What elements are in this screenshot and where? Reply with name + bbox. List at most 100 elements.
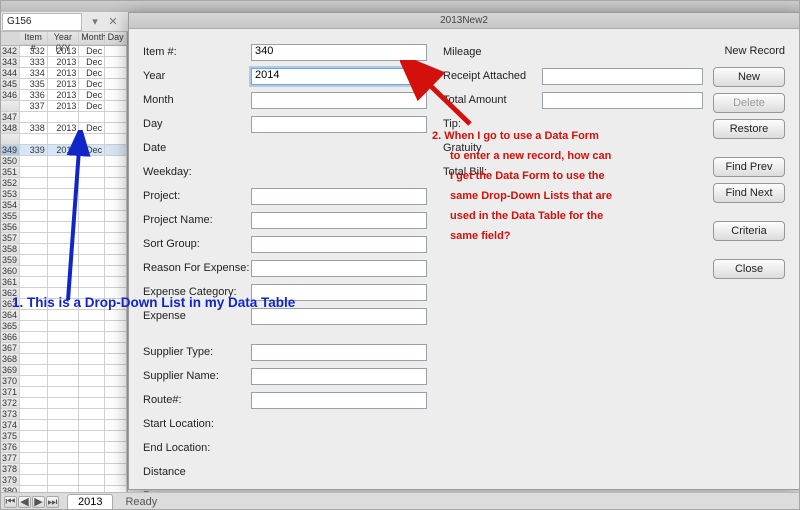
cell[interactable]	[105, 464, 127, 475]
cell[interactable]: Dec	[79, 90, 105, 101]
cell[interactable]: Dec	[79, 57, 105, 68]
cell[interactable]: 333	[20, 57, 48, 68]
cell[interactable]	[79, 200, 105, 211]
expense-field[interactable]	[251, 308, 427, 325]
cell[interactable]	[105, 123, 127, 134]
reason-field[interactable]	[251, 260, 427, 277]
cell[interactable]	[48, 156, 80, 167]
supplier-name-field[interactable]	[251, 368, 427, 385]
cell[interactable]	[79, 167, 105, 178]
cell[interactable]	[105, 255, 127, 266]
row-header[interactable]: 379	[0, 475, 20, 486]
cell[interactable]	[105, 288, 127, 299]
cell[interactable]: 2013	[48, 79, 80, 90]
cell[interactable]	[20, 398, 48, 409]
cell[interactable]	[79, 233, 105, 244]
cell[interactable]	[105, 46, 127, 57]
sort-group-field[interactable]	[251, 236, 427, 253]
cell[interactable]	[48, 244, 80, 255]
cell[interactable]	[20, 442, 48, 453]
cell[interactable]	[105, 409, 127, 420]
cell[interactable]	[48, 255, 80, 266]
col-header-year[interactable]: Year (YY	[48, 32, 80, 45]
row-header[interactable]: 359	[0, 255, 20, 266]
cell[interactable]	[105, 266, 127, 277]
cell[interactable]	[48, 134, 80, 145]
row-header[interactable]: 348	[0, 123, 20, 134]
cell[interactable]	[48, 222, 80, 233]
cell[interactable]	[48, 409, 80, 420]
cell[interactable]	[105, 420, 127, 431]
cell[interactable]	[20, 453, 48, 464]
cell[interactable]	[79, 464, 105, 475]
cell[interactable]	[105, 332, 127, 343]
cell[interactable]: 2013	[48, 101, 80, 112]
cell[interactable]	[20, 200, 48, 211]
row-header[interactable]: 343	[0, 57, 20, 68]
cell[interactable]	[79, 266, 105, 277]
cell[interactable]	[105, 299, 127, 310]
cell[interactable]	[105, 90, 127, 101]
row-header[interactable]: 374	[0, 420, 20, 431]
cell[interactable]	[48, 365, 80, 376]
cell[interactable]	[48, 233, 80, 244]
col-header-month[interactable]: Month	[79, 32, 105, 45]
cell[interactable]	[105, 101, 127, 112]
tab-last-icon[interactable]: ⏭	[46, 496, 59, 508]
row-header[interactable]: 367	[0, 343, 20, 354]
cell[interactable]	[20, 409, 48, 420]
day-field[interactable]	[251, 116, 427, 133]
cell[interactable]	[105, 156, 127, 167]
cell[interactable]	[79, 398, 105, 409]
row-header[interactable]: 361	[0, 277, 20, 288]
criteria-button[interactable]: Criteria	[713, 221, 785, 241]
cell[interactable]	[105, 475, 127, 486]
chevron-down-icon[interactable]: ▾	[88, 15, 102, 28]
cell[interactable]	[20, 266, 48, 277]
cell[interactable]	[20, 321, 48, 332]
cell[interactable]	[79, 222, 105, 233]
cell[interactable]	[20, 112, 48, 123]
cell[interactable]	[79, 420, 105, 431]
item-field[interactable]: 340	[251, 44, 427, 61]
row-header[interactable]: 366	[0, 332, 20, 343]
cell[interactable]	[79, 134, 105, 145]
col-header-day[interactable]: Day	[105, 32, 127, 45]
cell[interactable]: 339	[20, 145, 48, 156]
cell[interactable]	[105, 57, 127, 68]
cell[interactable]: 334	[20, 68, 48, 79]
row-header[interactable]: 372	[0, 398, 20, 409]
cell[interactable]	[20, 255, 48, 266]
cell[interactable]	[105, 343, 127, 354]
cell[interactable]	[20, 222, 48, 233]
cell[interactable]: Dec	[79, 145, 105, 156]
cell[interactable]	[48, 453, 80, 464]
cell[interactable]	[20, 387, 48, 398]
cell[interactable]	[20, 189, 48, 200]
row-header[interactable]: 351	[0, 167, 20, 178]
new-button[interactable]: New	[713, 67, 785, 87]
row-header[interactable]: 350	[0, 156, 20, 167]
cell[interactable]	[105, 178, 127, 189]
cell[interactable]	[20, 288, 48, 299]
cell[interactable]	[79, 211, 105, 222]
row-header[interactable]: 371	[0, 387, 20, 398]
cell[interactable]	[79, 255, 105, 266]
supplier-type-field[interactable]	[251, 344, 427, 361]
cell[interactable]	[48, 420, 80, 431]
cell[interactable]	[79, 299, 105, 310]
row-header[interactable]: 365	[0, 321, 20, 332]
cell[interactable]: Dec	[79, 123, 105, 134]
cell[interactable]	[105, 244, 127, 255]
cell[interactable]	[20, 156, 48, 167]
cell[interactable]	[105, 233, 127, 244]
cell[interactable]	[48, 343, 80, 354]
row-header[interactable]: 369	[0, 365, 20, 376]
cell[interactable]: 337	[20, 101, 48, 112]
cell[interactable]	[48, 376, 80, 387]
row-header[interactable]: 349	[0, 145, 20, 156]
project-name-field[interactable]	[251, 212, 427, 229]
cell[interactable]: 335	[20, 79, 48, 90]
cell[interactable]	[79, 453, 105, 464]
cell[interactable]	[48, 354, 80, 365]
